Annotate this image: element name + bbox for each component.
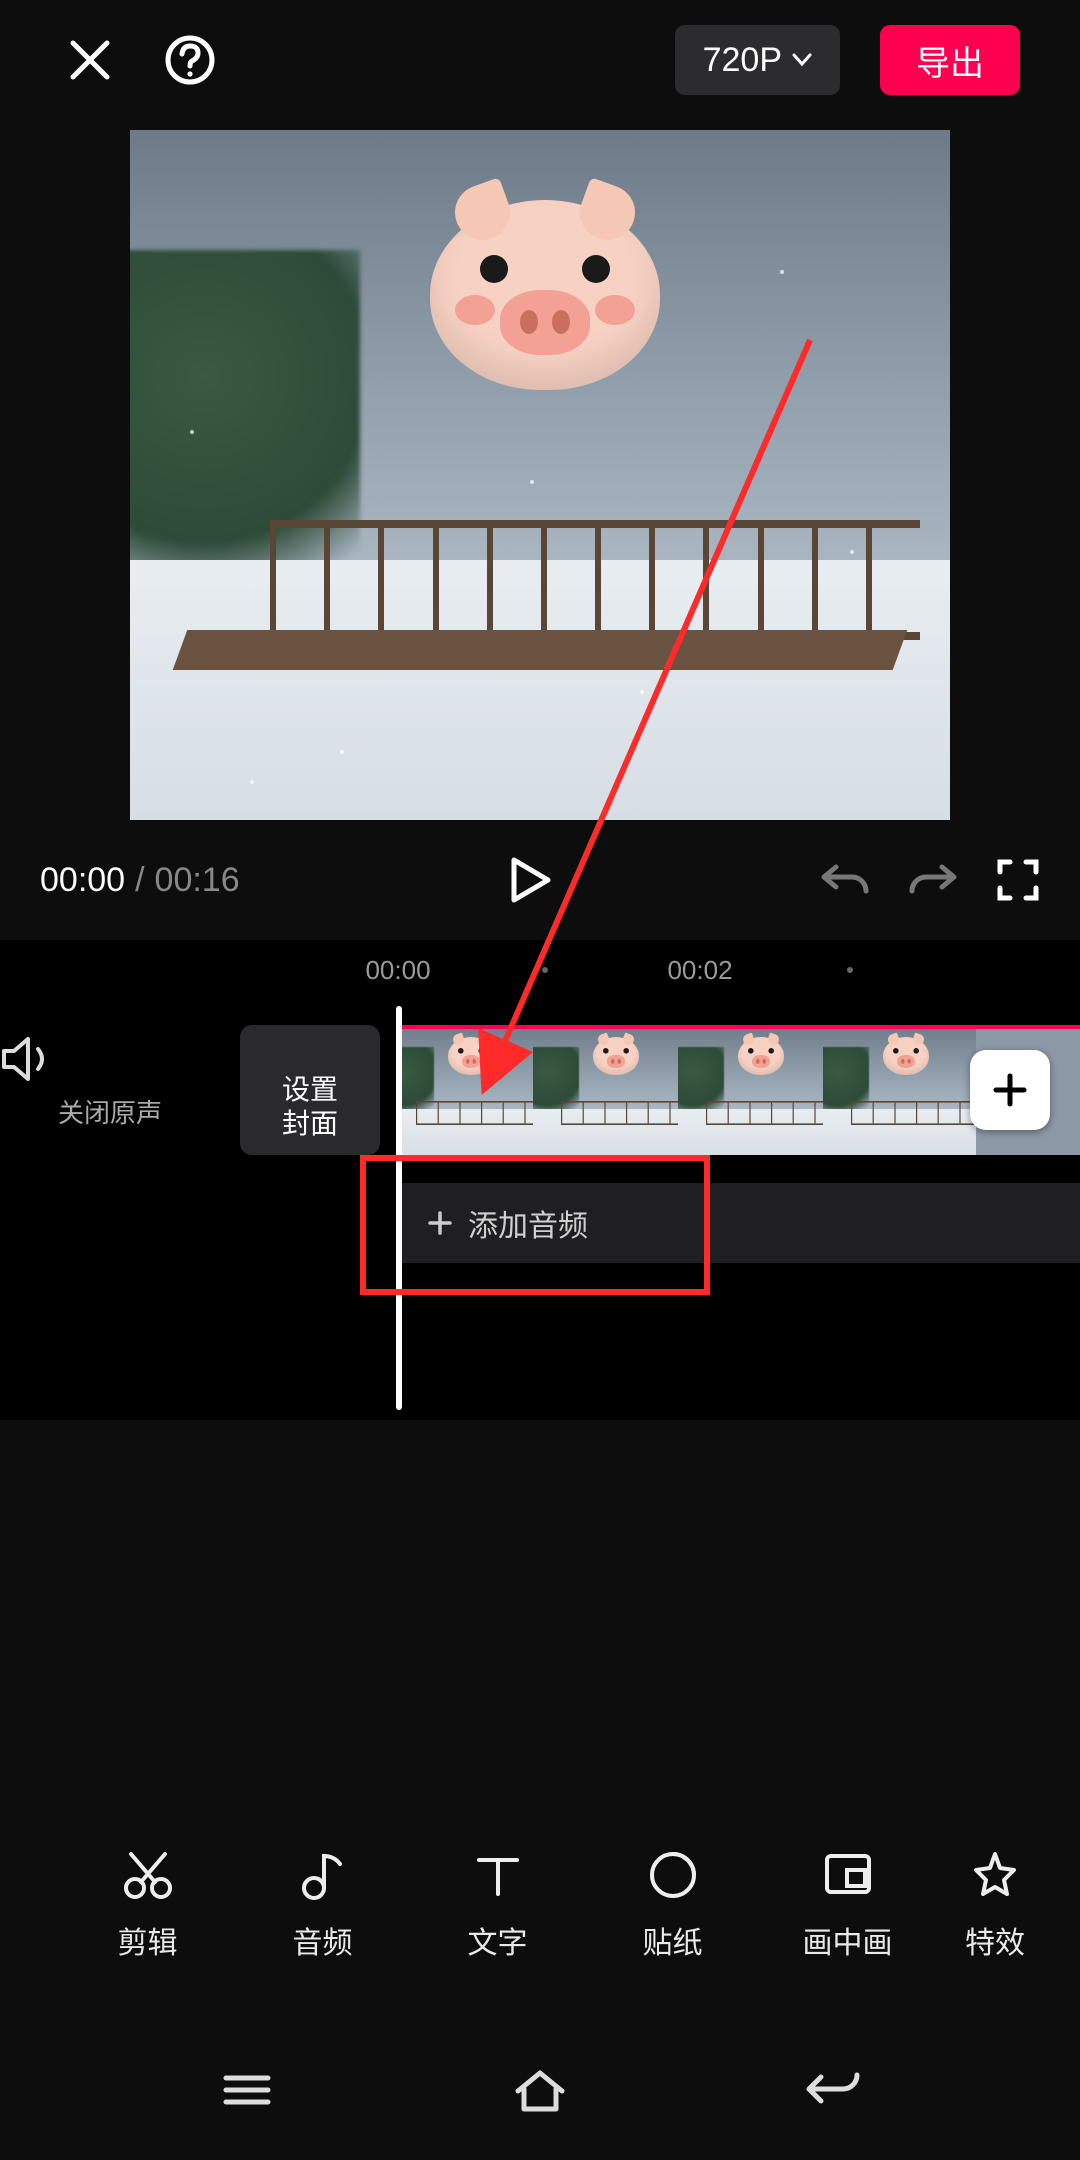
tool-label: 特效 — [965, 1918, 1025, 1962]
ruler-dot — [542, 967, 548, 973]
tool-label: 剪辑 — [118, 1918, 178, 1962]
ruler-tick: 00:02 — [667, 955, 732, 986]
current-time: 00:00 — [40, 861, 125, 900]
export-button[interactable]: 导出 — [880, 25, 1020, 95]
timeline[interactable]: 00:00 00:02 关闭原声 设置 封面 — [0, 940, 1080, 1420]
duration: 00:16 — [155, 861, 240, 900]
set-cover-button[interactable]: 设置 封面 — [240, 1025, 380, 1155]
mute-label: 关闭原声 — [0, 1093, 220, 1130]
back-icon — [803, 2069, 863, 2111]
music-note-icon — [296, 1848, 350, 1902]
plus-icon — [426, 1209, 454, 1237]
cover-label: 设置 封面 — [240, 1073, 380, 1141]
preview-area — [0, 120, 1080, 820]
tool-label: 画中画 — [803, 1918, 893, 1962]
add-audio-button[interactable]: 添加音频 — [396, 1183, 1080, 1263]
tool-edit[interactable]: 剪辑 — [60, 1848, 235, 1962]
system-nav-bar — [0, 2020, 1080, 2160]
help-icon[interactable] — [160, 30, 220, 90]
sticker-icon — [646, 1848, 700, 1902]
time-ruler: 00:00 00:02 — [0, 955, 1080, 1005]
top-bar: 720P 导出 — [0, 0, 1080, 120]
video-preview[interactable] — [130, 130, 950, 820]
tool-sticker[interactable]: 贴纸 — [585, 1848, 760, 1962]
scissors-icon — [121, 1848, 175, 1902]
fullscreen-button[interactable] — [996, 858, 1040, 902]
speaker-icon — [0, 1035, 56, 1083]
undo-icon — [820, 859, 870, 901]
play-icon — [508, 856, 552, 904]
pip-icon — [821, 1848, 875, 1902]
ruler-tick: 00:00 — [365, 955, 430, 986]
tool-label: 文字 — [468, 1918, 528, 1962]
tool-audio[interactable]: 音频 — [235, 1848, 410, 1962]
redo-icon — [908, 859, 958, 901]
playhead[interactable] — [396, 1006, 402, 1410]
nav-recent-button[interactable] — [207, 2065, 287, 2115]
bottom-toolbar: 剪辑 音频 文字 贴纸 画中画 特效 — [0, 1820, 1080, 1990]
tool-pip[interactable]: 画中画 — [760, 1848, 935, 1962]
quality-label: 720P — [703, 41, 782, 80]
playback-bar: 00:00 / 00:16 — [0, 820, 1080, 940]
tool-label: 贴纸 — [643, 1918, 703, 1962]
ruler-dot — [847, 967, 853, 973]
text-icon — [471, 1848, 525, 1902]
play-button[interactable] — [508, 856, 552, 904]
quality-selector[interactable]: 720P — [675, 25, 840, 95]
add-audio-label: 添加音频 — [468, 1201, 588, 1245]
video-track: 关闭原声 设置 封面 — [0, 1025, 1080, 1165]
mute-original-audio[interactable]: 关闭原声 — [0, 1035, 220, 1130]
time-separator: / — [135, 861, 144, 900]
pig-sticker — [430, 200, 660, 390]
nav-home-button[interactable] — [500, 2065, 580, 2115]
export-label: 导出 — [916, 36, 984, 85]
menu-icon — [220, 2070, 274, 2110]
add-clip-button[interactable] — [970, 1050, 1050, 1130]
audio-track: 添加音频 — [0, 1183, 1080, 1263]
tool-label: 音频 — [293, 1918, 353, 1962]
chevron-down-icon — [792, 53, 812, 67]
fullscreen-icon — [996, 858, 1040, 902]
nav-back-button[interactable] — [793, 2065, 873, 2115]
plus-icon — [990, 1070, 1030, 1110]
effects-icon — [968, 1848, 1022, 1902]
close-icon[interactable] — [60, 30, 120, 90]
undo-button[interactable] — [820, 859, 870, 901]
home-icon — [512, 2067, 568, 2113]
redo-button[interactable] — [908, 859, 958, 901]
tool-effects[interactable]: 特效 — [935, 1848, 1055, 1962]
tool-text[interactable]: 文字 — [410, 1848, 585, 1962]
